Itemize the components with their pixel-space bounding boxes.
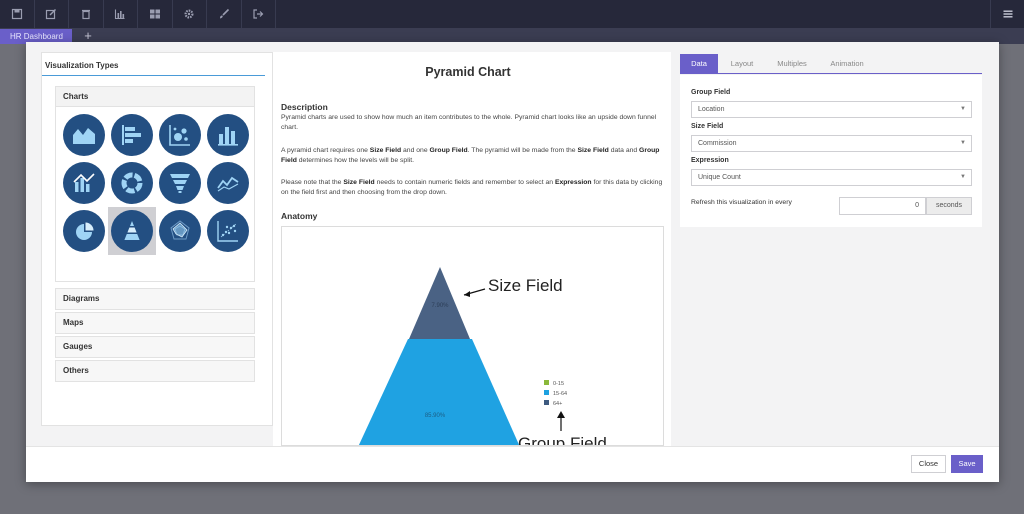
- expression-value: Unique Count: [698, 174, 741, 181]
- group-field-value: Location: [698, 106, 725, 113]
- bubble-chart-icon[interactable]: [156, 111, 204, 159]
- accordion-maps[interactable]: Maps: [55, 312, 255, 334]
- horizontal-bar-chart-icon[interactable]: [108, 111, 156, 159]
- accordion-others[interactable]: Others: [55, 360, 255, 382]
- visualization-types-panel: Visualization Types Charts Diagrams Maps…: [41, 52, 273, 426]
- description-paragraph-1: Pyramid charts are used to show how much…: [281, 114, 657, 131]
- accordion-gauges[interactable]: Gauges: [55, 336, 255, 358]
- edit-icon[interactable]: [35, 0, 69, 28]
- save-button[interactable]: Save: [951, 455, 983, 473]
- save-icon[interactable]: [0, 0, 35, 28]
- description-heading: Description: [281, 102, 328, 112]
- accordion-diagrams[interactable]: Diagrams: [55, 288, 255, 310]
- expression-select[interactable]: Unique Count ▼: [691, 169, 972, 186]
- title-underline: [42, 75, 265, 76]
- chart-type-title: Pyramid Chart: [425, 65, 511, 79]
- bar-chart-icon[interactable]: [104, 0, 138, 28]
- settings-panel: Data Layout Multiples Animation Group Fi…: [672, 52, 989, 426]
- pyramid-middle-level: [358, 339, 520, 445]
- size-field-callout: Size Field: [488, 276, 563, 295]
- radar-chart-icon[interactable]: [156, 207, 204, 255]
- accordion-header-diagrams[interactable]: Diagrams: [56, 289, 254, 309]
- data-settings-form: Group Field Location ▼ Size Field Commis…: [680, 75, 982, 227]
- tab-multiples[interactable]: Multiples: [768, 54, 816, 74]
- description-paragraph-3: Please note that the Size Field needs to…: [281, 179, 663, 196]
- anatomy-pyramid-illustration: 7.90% 85.90% Size Field 0-15 15-64 64+ G…: [358, 267, 607, 446]
- size-field-value: Commission: [698, 140, 737, 147]
- accordion-header-gauges[interactable]: Gauges: [56, 337, 254, 357]
- visualization-types-title: Visualization Types: [45, 61, 119, 70]
- description-panel: Pyramid Chart Description Pyramid charts…: [273, 52, 671, 446]
- group-field-arrowhead: [557, 411, 565, 418]
- trash-icon[interactable]: [69, 0, 104, 28]
- combo-chart-icon[interactable]: [60, 159, 108, 207]
- legend-label-64-plus: 64+: [553, 401, 562, 407]
- column-chart-icon[interactable]: [204, 111, 252, 159]
- expression-label: Expression: [691, 157, 729, 164]
- hamburger-menu-icon[interactable]: [990, 0, 1024, 28]
- dashboard-icon[interactable]: [138, 0, 173, 28]
- brush-icon[interactable]: [207, 0, 242, 28]
- modal-footer: [26, 446, 999, 482]
- close-button[interactable]: Close: [911, 455, 946, 473]
- pie-chart-icon[interactable]: [60, 207, 108, 255]
- pyramid-chart-icon[interactable]: [108, 207, 156, 255]
- accordion-header-maps[interactable]: Maps: [56, 313, 254, 333]
- top-toolbar: [0, 0, 1024, 28]
- legend-label-0-15: 0-15: [553, 381, 564, 387]
- line-chart-icon[interactable]: [204, 159, 252, 207]
- chevron-down-icon: ▼: [960, 106, 966, 112]
- pyramid-top-percent: 7.90%: [431, 303, 449, 309]
- group-field-label: Group Field: [691, 89, 731, 96]
- legend-label-15-64: 15-64: [553, 391, 567, 397]
- chevron-down-icon: ▼: [960, 174, 966, 180]
- gear-icon[interactable]: [173, 0, 207, 28]
- anatomy-image: 7.90% 85.90% Size Field 0-15 15-64 64+ G…: [281, 226, 664, 446]
- donut-chart-icon[interactable]: [108, 159, 156, 207]
- size-field-select[interactable]: Commission ▼: [691, 135, 972, 152]
- group-field-select[interactable]: Location ▼: [691, 101, 972, 118]
- logout-icon[interactable]: [242, 0, 276, 28]
- group-field-callout: Group Field: [518, 434, 607, 446]
- legend-swatch-64-plus: [544, 400, 549, 405]
- tab-layout[interactable]: Layout: [722, 54, 762, 74]
- modal-body: Visualization Types Charts Diagrams Maps…: [26, 42, 999, 446]
- legend-swatch-15-64: [544, 390, 549, 395]
- tab-animation[interactable]: Animation: [822, 54, 872, 74]
- anatomy-heading: Anatomy: [281, 211, 318, 221]
- funnel-chart-icon[interactable]: [156, 159, 204, 207]
- size-field-label: Size Field: [691, 123, 724, 130]
- accordion-header-others[interactable]: Others: [56, 361, 254, 381]
- chevron-down-icon: ▼: [960, 140, 966, 146]
- description-paragraph-2: A pyramid chart requires one Size Field …: [281, 147, 660, 164]
- pyramid-mid-percent: 85.90%: [425, 413, 446, 419]
- scatter-chart-icon[interactable]: [204, 207, 252, 255]
- visualization-modal: Visualization Types Charts Diagrams Maps…: [26, 42, 999, 482]
- refresh-interval-label: Refresh this visualization in every: [691, 199, 792, 206]
- accordion-header-charts[interactable]: Charts: [56, 87, 254, 107]
- area-chart-icon[interactable]: [60, 111, 108, 159]
- refresh-interval-input[interactable]: 0: [839, 197, 926, 215]
- refresh-interval-unit: seconds: [926, 197, 972, 215]
- settings-tab-bar: Data Layout Multiples Animation: [680, 54, 982, 74]
- tab-data[interactable]: Data: [680, 54, 718, 74]
- legend-swatch-0-15: [544, 380, 549, 385]
- accordion-charts: Charts: [55, 86, 255, 282]
- size-field-arrowhead: [464, 291, 470, 297]
